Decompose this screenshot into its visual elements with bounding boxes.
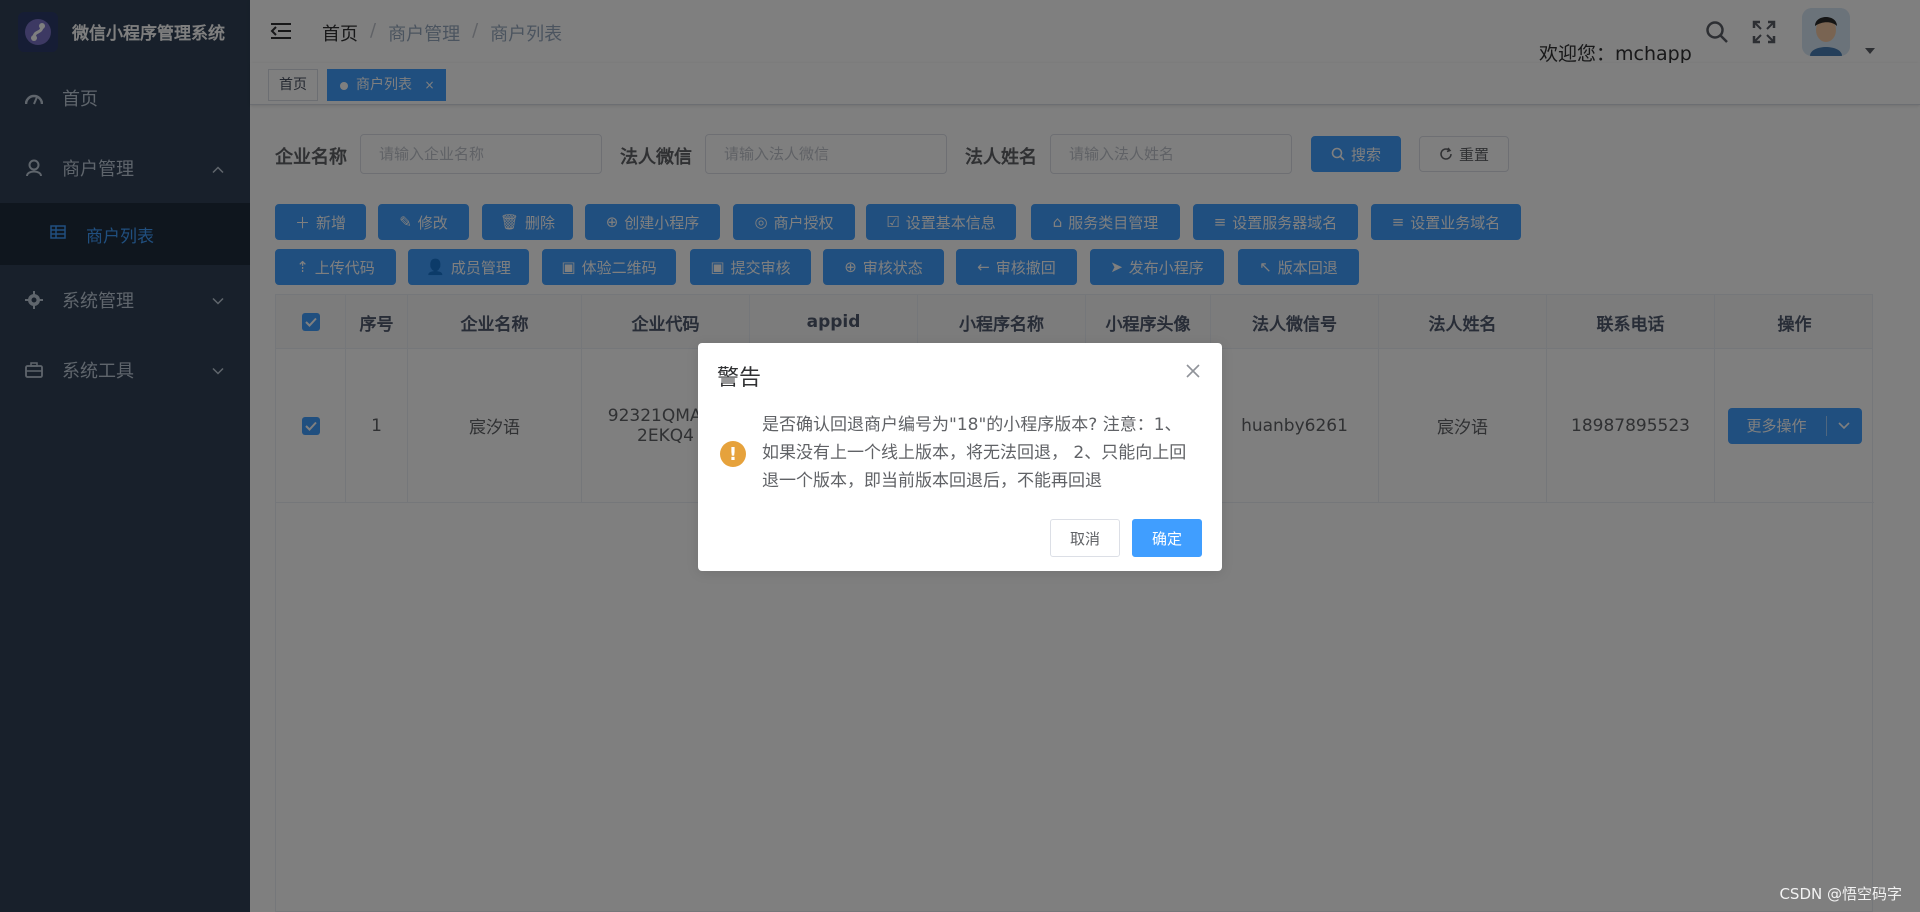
close-icon[interactable] (1186, 364, 1200, 382)
warning-icon: ! (720, 441, 746, 467)
watermark: CSDN @悟空码字 (1779, 885, 1902, 903)
cancel-button[interactable]: 取消 (1050, 519, 1120, 557)
dialog-message: 是否确认回退商户编号为"18"的小程序版本? 注意：1、如果没有上一个线上版本，… (762, 415, 1187, 491)
warning-dialog: 警告 ! 是否确认回退商户编号为"18"的小程序版本? 注意：1、如果没有上一个… (698, 343, 1222, 571)
dialog-title: 警告 (717, 366, 762, 391)
confirm-button[interactable]: 确定 (1132, 519, 1202, 557)
